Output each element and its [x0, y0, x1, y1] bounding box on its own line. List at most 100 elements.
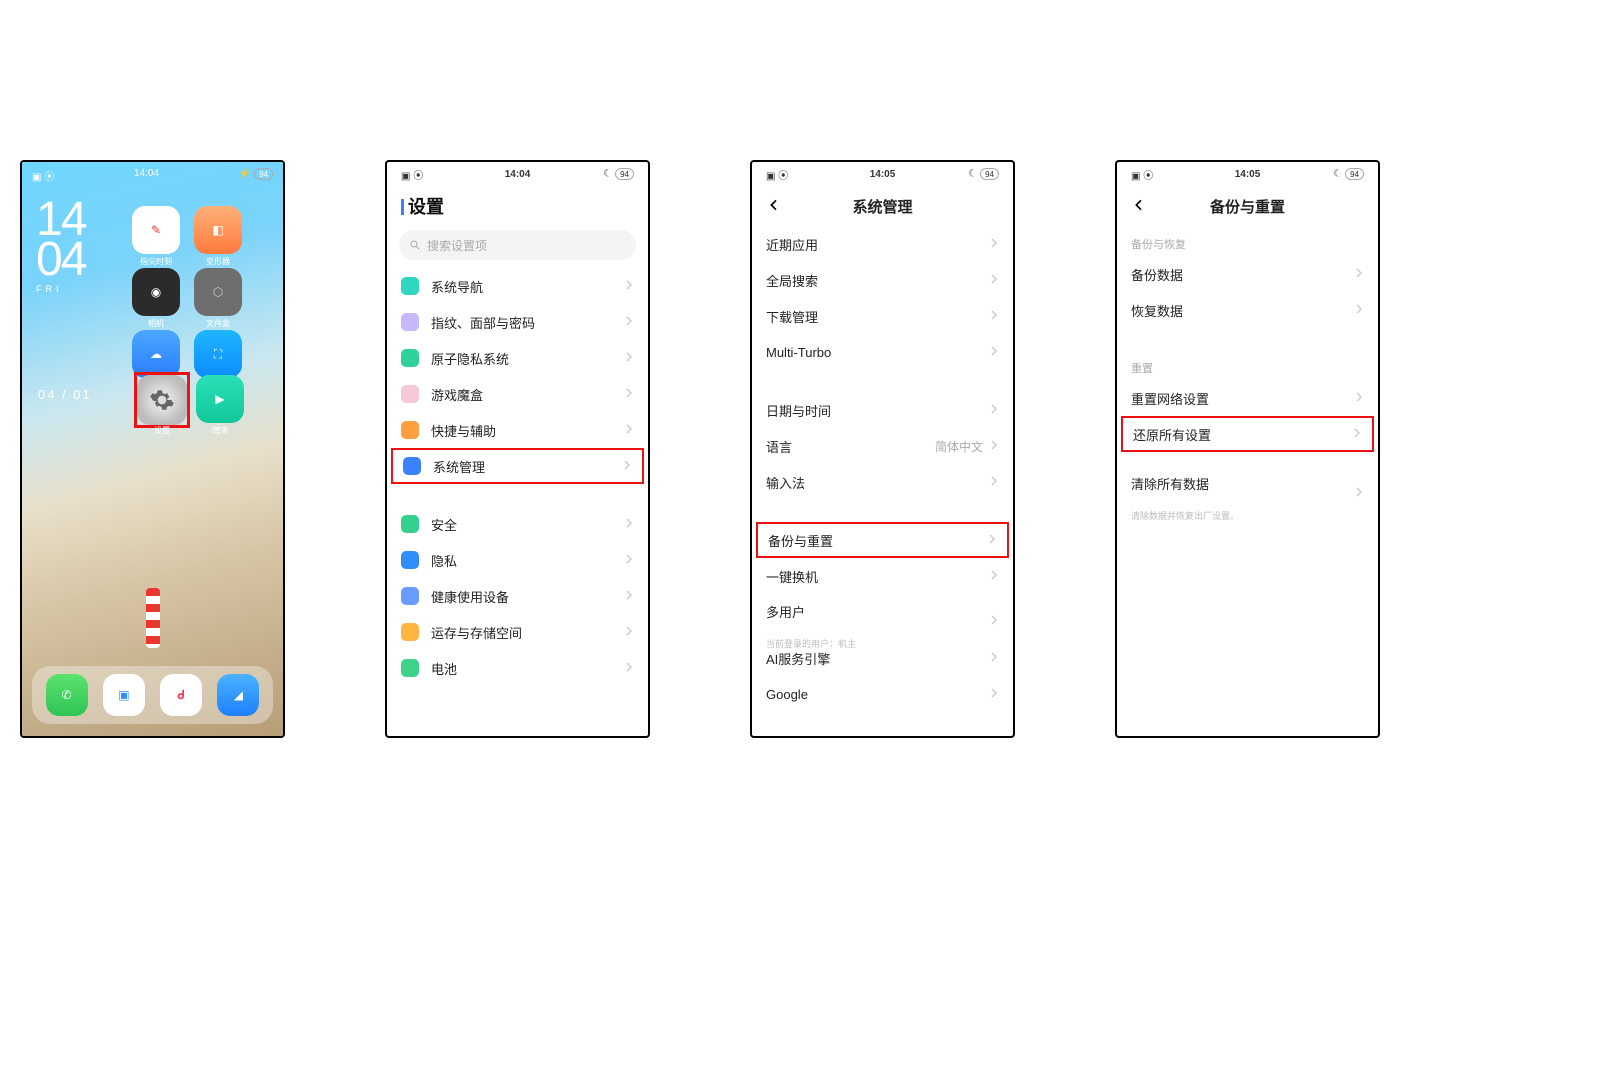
chevron-right-icon [987, 533, 997, 547]
header: 设置 [387, 186, 648, 226]
chevron-right-icon [989, 403, 999, 417]
header: 备份与重置 [1117, 186, 1378, 226]
search-input[interactable]: 搜索设置项 [399, 230, 636, 260]
back-button[interactable] [766, 197, 782, 216]
row-ai-engine[interactable]: AI服务引擎 [752, 640, 1013, 676]
chevron-right-icon [624, 553, 634, 567]
chevron-right-icon [622, 459, 632, 473]
chevron-right-icon [989, 237, 999, 251]
row-input-method[interactable]: 输入法 [752, 464, 1013, 500]
back-button[interactable] [1131, 197, 1147, 216]
row-global-search[interactable]: 全局搜索 [752, 262, 1013, 298]
search-icon [409, 239, 421, 251]
chevron-right-icon [1354, 303, 1364, 317]
row-battery[interactable]: 电池 [387, 650, 648, 686]
row-atom-privacy[interactable]: 原子隐私系统 [387, 340, 648, 376]
chevron-right-icon [989, 614, 999, 628]
fingerprint-icon [401, 313, 419, 331]
row-recent-apps[interactable]: 近期应用 [752, 226, 1013, 262]
status-battery: ⚡ 94 [239, 168, 273, 183]
status-time: 14:05 [870, 169, 896, 180]
row-language[interactable]: 语言简体中文 [752, 428, 1013, 464]
status-bar: ▣ ⦿ 14:04 ⚡ 94 [22, 168, 283, 183]
chevron-right-icon [1354, 267, 1364, 281]
chevron-right-icon [1352, 427, 1362, 441]
shield-icon [401, 349, 419, 367]
status-right-icons: ☾ 94 [968, 168, 999, 180]
row-oneclick-transfer[interactable]: 一键换机 [752, 558, 1013, 594]
game-icon [401, 385, 419, 403]
row-security[interactable]: 安全 [387, 506, 648, 542]
app-icon-clock[interactable]: ✎指尖时刻 [132, 206, 180, 254]
row-shortcut[interactable]: 快捷与辅助 [387, 412, 648, 448]
row-google[interactable]: Google [752, 676, 1013, 712]
row-label: 健康使用设备 [431, 587, 509, 606]
chevron-right-icon [624, 387, 634, 401]
app-icon-weather[interactable]: ☁天气 [132, 330, 180, 378]
row-biometric[interactable]: 指纹、面部与密码 [387, 304, 648, 340]
row-label: 系统管理 [433, 457, 485, 476]
gear-icon [403, 457, 421, 475]
chevron-right-icon [989, 309, 999, 323]
app-icon-transform[interactable]: ◧变形器 [194, 206, 242, 254]
row-label: 备份数据 [1131, 265, 1183, 284]
section-reset: 重置 [1117, 350, 1378, 380]
row-clear-all-data[interactable]: 清除所有数据 清除数据并恢复出厂设置。 [1117, 466, 1378, 512]
row-multi-turbo[interactable]: Multi-Turbo [752, 334, 1013, 370]
app-icon-appstore[interactable]: ⛶应用商店 [194, 330, 242, 378]
row-privacy[interactable]: 隐私 [387, 542, 648, 578]
date-widget[interactable]: 04 / 01 [38, 387, 92, 402]
row-label: 电池 [431, 659, 457, 678]
chevron-right-icon [989, 475, 999, 489]
row-label: 恢复数据 [1131, 301, 1183, 320]
row-value: 简体中文 [935, 438, 983, 455]
security-icon [401, 515, 419, 533]
row-system-navigation[interactable]: 系统导航 [387, 268, 648, 304]
screen-system-management: ▣ ⦿ 14:05 ☾ 94 系统管理 近期应用 全局搜索 下载管理 Multi… [750, 160, 1015, 738]
app-icon-imanager[interactable]: ▶i管家 [196, 375, 244, 423]
dock-icon-browser[interactable]: ◢ [217, 674, 259, 716]
row-label: 快捷与辅助 [431, 421, 496, 440]
row-label: 重置网络设置 [1131, 389, 1209, 408]
row-label: 一键换机 [766, 567, 818, 586]
status-bar: ▣ ⦿ 14:05 ☾ 94 [752, 162, 1013, 186]
row-label: 日期与时间 [766, 401, 831, 420]
row-gamebox[interactable]: 游戏魔盒 [387, 376, 648, 412]
dock: ✆ ▣ ᑯ ◢ [32, 666, 273, 724]
status-bar: ▣ ⦿ 14:05 ☾ 94 [1117, 162, 1378, 186]
wallpaper-lighthouse [146, 588, 160, 648]
dock-icon-phone[interactable]: ✆ [46, 674, 88, 716]
health-icon [401, 587, 419, 605]
clock-widget[interactable]: 14 04 FRI [36, 200, 85, 294]
row-download-manager[interactable]: 下载管理 [752, 298, 1013, 334]
row-restore-data[interactable]: 恢复数据 [1117, 292, 1378, 328]
lock-icon [401, 551, 419, 569]
dock-icon-messages[interactable]: ▣ [103, 674, 145, 716]
app-icon-settings[interactable]: 设置 [137, 375, 187, 425]
nav-icon [401, 277, 419, 295]
row-label: 备份与重置 [768, 531, 833, 550]
status-left-icons: ▣ ⦿ [32, 168, 54, 183]
row-backup-reset-highlight[interactable]: 备份与重置 [756, 522, 1009, 558]
status-left-icons: ▣ ⦿ [401, 167, 423, 182]
chevron-right-icon [989, 439, 999, 453]
row-system-management-highlight[interactable]: 系统管理 [391, 448, 644, 484]
chevron-right-icon [989, 569, 999, 583]
dock-icon-music[interactable]: ᑯ [160, 674, 202, 716]
app-icon-filebox[interactable]: ⬡文件盒 [194, 268, 242, 316]
row-label: Google [766, 687, 808, 702]
clock-minute: 04 [36, 240, 85, 280]
status-time: 14:04 [134, 168, 159, 183]
row-health[interactable]: 健康使用设备 [387, 578, 648, 614]
row-reset-network[interactable]: 重置网络设置 [1117, 380, 1378, 416]
row-storage[interactable]: 运存与存储空间 [387, 614, 648, 650]
row-backup-data[interactable]: 备份数据 [1117, 256, 1378, 292]
row-reset-all-highlight[interactable]: 还原所有设置 [1121, 416, 1374, 452]
chevron-right-icon [624, 351, 634, 365]
status-left-icons: ▣ ⦿ [1131, 167, 1153, 182]
settings-icon-highlight: 设置 [134, 372, 190, 428]
app-icon-camera[interactable]: ◉相机 [132, 268, 180, 316]
row-label: 输入法 [766, 473, 805, 492]
row-datetime[interactable]: 日期与时间 [752, 392, 1013, 428]
row-multiuser[interactable]: 多用户 当前登录的用户：机主 [752, 594, 1013, 640]
